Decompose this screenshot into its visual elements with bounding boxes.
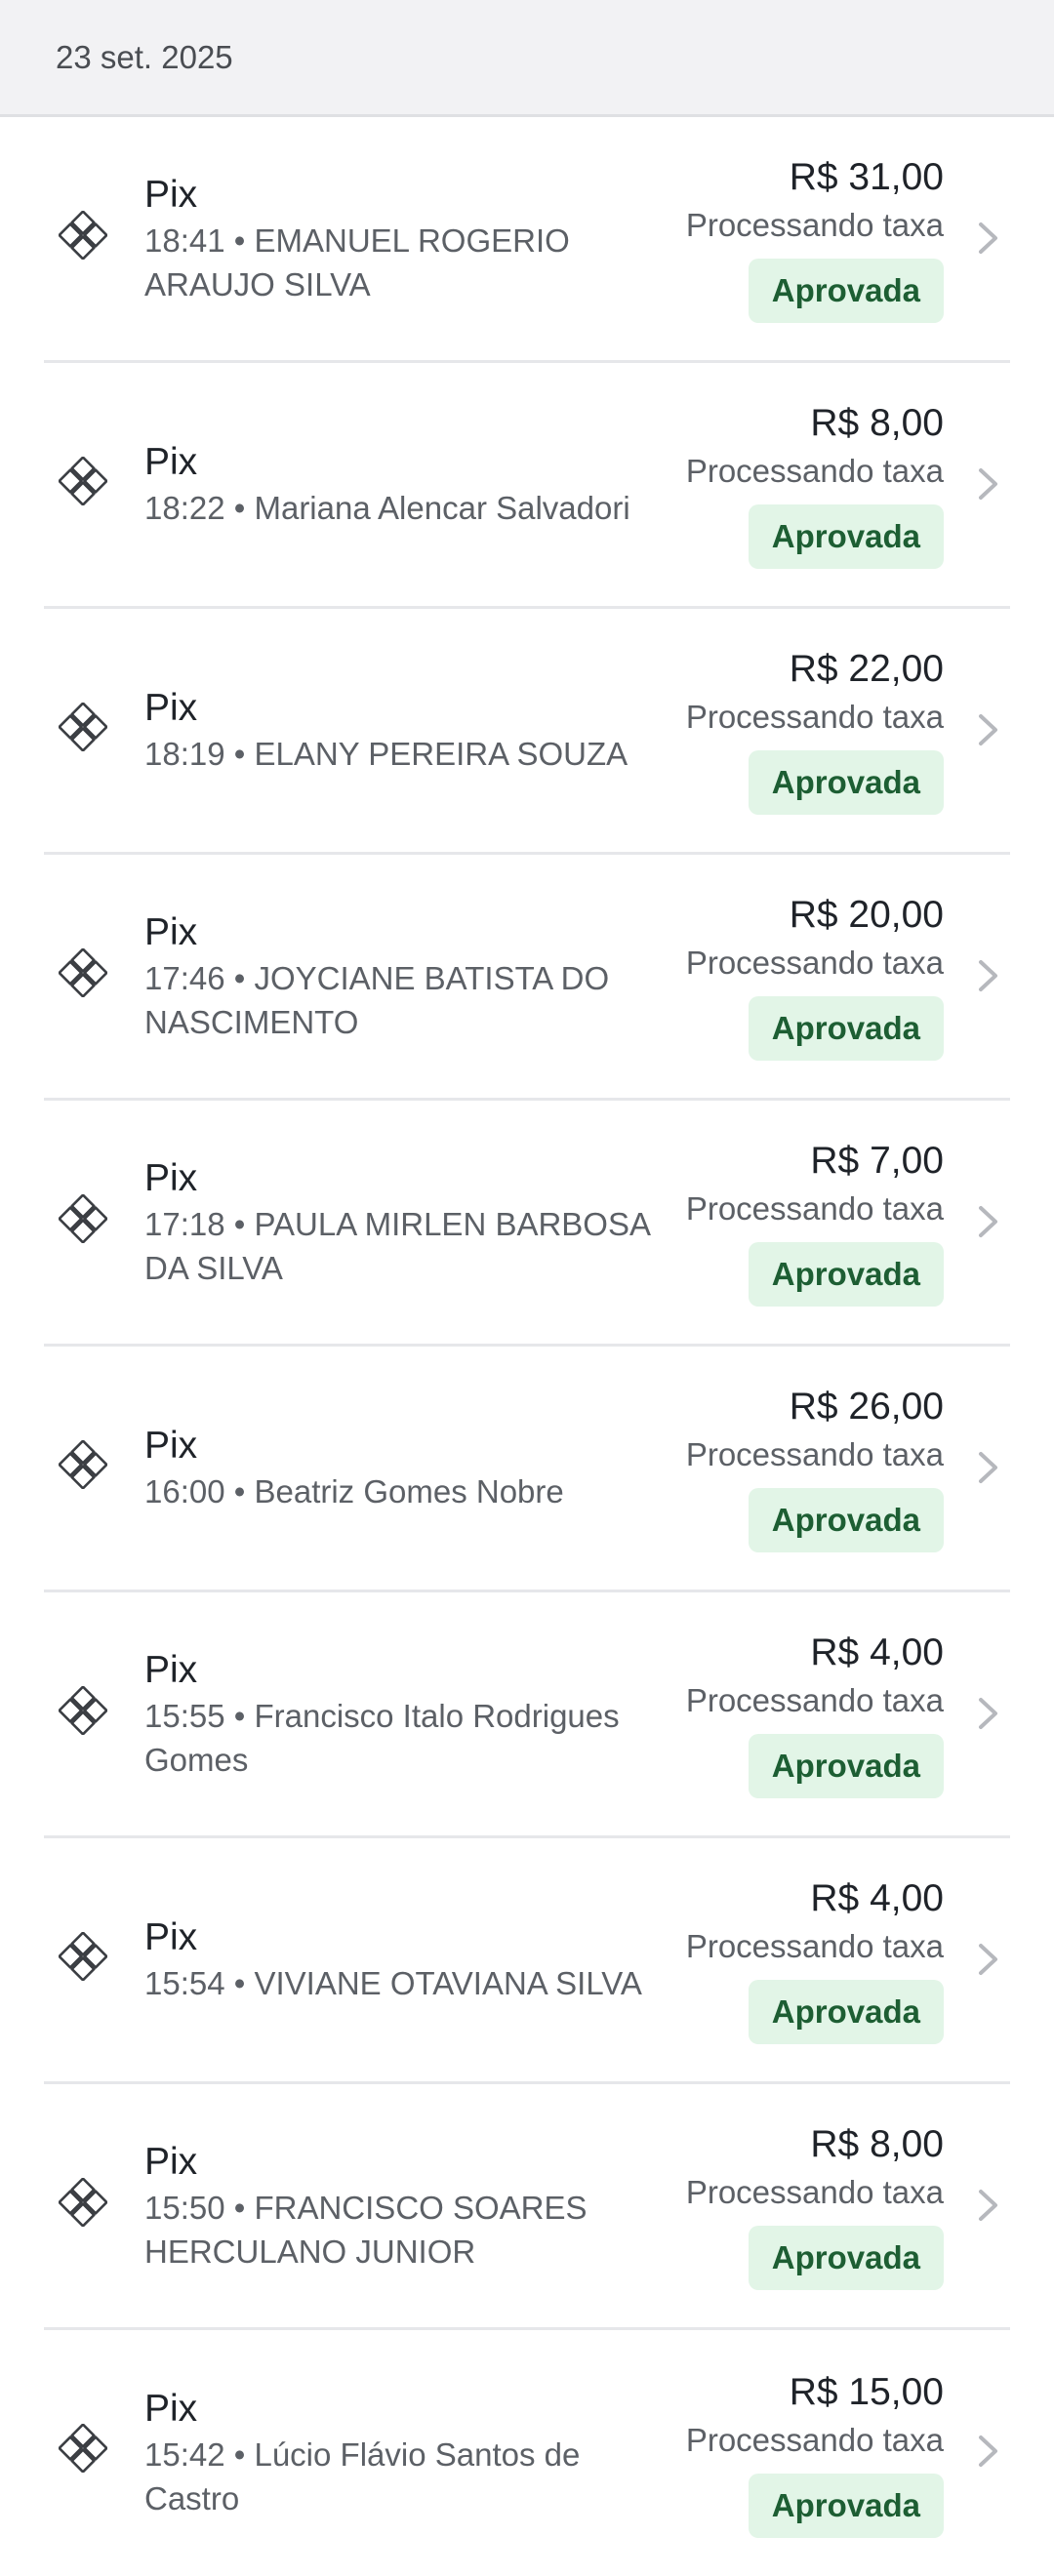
payment-method: Pix [144, 1156, 198, 1199]
payment-method: Pix [144, 173, 198, 216]
transaction-row[interactable]: Pix 15:54 • VIVIANE OTAVIANA SILVA R$ 4,… [44, 1838, 1010, 2084]
payment-method: Pix [144, 2388, 198, 2430]
pix-icon [59, 1686, 107, 1735]
pix-icon [59, 457, 107, 505]
transaction-detail: 18:22 • Mariana Alencar Salvadori [144, 490, 630, 526]
transaction-row[interactable]: Pix 17:46 • JOYCIANE BATISTA DO NASCIMEN… [44, 855, 1010, 1101]
transaction-detail: 16:00 • Beatriz Gomes Nobre [144, 1473, 564, 1509]
chevron-right-icon[interactable] [977, 1694, 1000, 1733]
fee-status: Processando taxa [685, 2174, 944, 2210]
transaction-detail: 15:50 • FRANCISCO SOARES HERCULANO JUNIO… [144, 2189, 588, 2270]
transaction-detail: 18:41 • EMANUEL ROGERIO ARAUJO SILVA [144, 221, 570, 302]
pix-icon [59, 703, 107, 751]
fee-status: Processando taxa [685, 207, 944, 243]
pix-icon [59, 1932, 107, 1981]
transaction-detail: 17:18 • PAULA MIRLEN BARBOSA DA SILVA [144, 1205, 650, 1286]
chevron-right-icon[interactable] [977, 710, 1000, 749]
transaction-amount: R$ 8,00 [810, 402, 944, 444]
fee-status: Processando taxa [685, 945, 944, 981]
pix-icon [59, 1194, 107, 1243]
transaction-amount: R$ 4,00 [810, 1631, 944, 1673]
transaction-amount: R$ 22,00 [789, 648, 944, 690]
transaction-row[interactable]: Pix 15:42 • Lúcio Flávio Santos de Castr… [44, 2330, 1010, 2576]
fee-status: Processando taxa [685, 2421, 944, 2458]
transaction-amount: R$ 26,00 [789, 1386, 944, 1428]
status-badge: Aprovada [748, 259, 944, 323]
payment-method: Pix [144, 1916, 198, 1958]
status-badge: Aprovada [748, 2226, 944, 2290]
fee-status: Processando taxa [685, 1682, 944, 1718]
transaction-amount: R$ 15,00 [789, 2370, 944, 2413]
transaction-amount: R$ 20,00 [789, 894, 944, 936]
transaction-detail: 17:46 • JOYCIANE BATISTA DO NASCIMENTO [144, 959, 610, 1040]
fee-status: Processando taxa [685, 699, 944, 735]
fee-status: Processando taxa [685, 1928, 944, 1964]
pix-icon [59, 2178, 107, 2227]
chevron-right-icon[interactable] [977, 2432, 1000, 2471]
status-badge: Aprovada [748, 2473, 944, 2538]
pix-icon [59, 2424, 107, 2473]
transaction-detail: 15:55 • Francisco Italo Rodrigues Gomes [144, 1697, 620, 1778]
status-badge: Aprovada [748, 1734, 944, 1798]
transaction-row[interactable]: Pix 15:50 • FRANCISCO SOARES HERCULANO J… [44, 2084, 1010, 2330]
payment-method: Pix [144, 910, 198, 953]
transaction-list: Pix 18:41 • EMANUEL ROGERIO ARAUJO SILVA… [44, 117, 1010, 2576]
transaction-amount: R$ 7,00 [810, 1140, 944, 1182]
status-badge: Aprovada [748, 996, 944, 1061]
chevron-right-icon[interactable] [977, 464, 1000, 503]
transaction-row[interactable]: Pix 18:41 • EMANUEL ROGERIO ARAUJO SILVA… [44, 117, 1010, 363]
transaction-row[interactable]: Pix 17:18 • PAULA MIRLEN BARBOSA DA SILV… [44, 1101, 1010, 1347]
pix-icon [59, 1440, 107, 1489]
transaction-amount: R$ 31,00 [789, 156, 944, 198]
pix-icon [59, 948, 107, 997]
payment-method: Pix [144, 1425, 198, 1467]
transaction-detail: 15:42 • Lúcio Flávio Santos de Castro [144, 2436, 581, 2516]
fee-status: Processando taxa [685, 1190, 944, 1227]
pix-icon [59, 211, 107, 260]
transaction-row[interactable]: Pix 15:55 • Francisco Italo Rodrigues Go… [44, 1592, 1010, 1838]
transaction-detail: 15:54 • VIVIANE OTAVIANA SILVA [144, 1965, 642, 2001]
transaction-amount: R$ 4,00 [810, 1877, 944, 1919]
status-badge: Aprovada [748, 1488, 944, 1552]
status-badge: Aprovada [748, 1980, 944, 2044]
date-header: 23 set. 2025 [0, 0, 1054, 117]
fee-status: Processando taxa [685, 1436, 944, 1472]
payment-method: Pix [144, 1648, 198, 1691]
transaction-amount: R$ 8,00 [810, 2123, 944, 2165]
chevron-right-icon[interactable] [977, 1202, 1000, 1241]
status-badge: Aprovada [748, 504, 944, 569]
chevron-right-icon[interactable] [977, 956, 1000, 995]
fee-status: Processando taxa [685, 453, 944, 489]
payment-method: Pix [144, 2140, 198, 2183]
payment-method: Pix [144, 441, 198, 483]
date-label: 23 set. 2025 [56, 38, 233, 75]
status-badge: Aprovada [748, 1242, 944, 1307]
chevron-right-icon[interactable] [977, 1940, 1000, 1979]
transaction-row[interactable]: Pix 18:19 • ELANY PEREIRA SOUZA R$ 22,00… [44, 609, 1010, 855]
transaction-row[interactable]: Pix 16:00 • Beatriz Gomes Nobre R$ 26,00… [44, 1347, 1010, 1592]
status-badge: Aprovada [748, 750, 944, 815]
payment-method: Pix [144, 687, 198, 729]
transaction-detail: 18:19 • ELANY PEREIRA SOUZA [144, 736, 628, 772]
chevron-right-icon[interactable] [977, 2186, 1000, 2225]
transaction-row[interactable]: Pix 18:22 • Mariana Alencar Salvadori R$… [44, 363, 1010, 609]
chevron-right-icon[interactable] [977, 219, 1000, 258]
chevron-right-icon[interactable] [977, 1448, 1000, 1487]
